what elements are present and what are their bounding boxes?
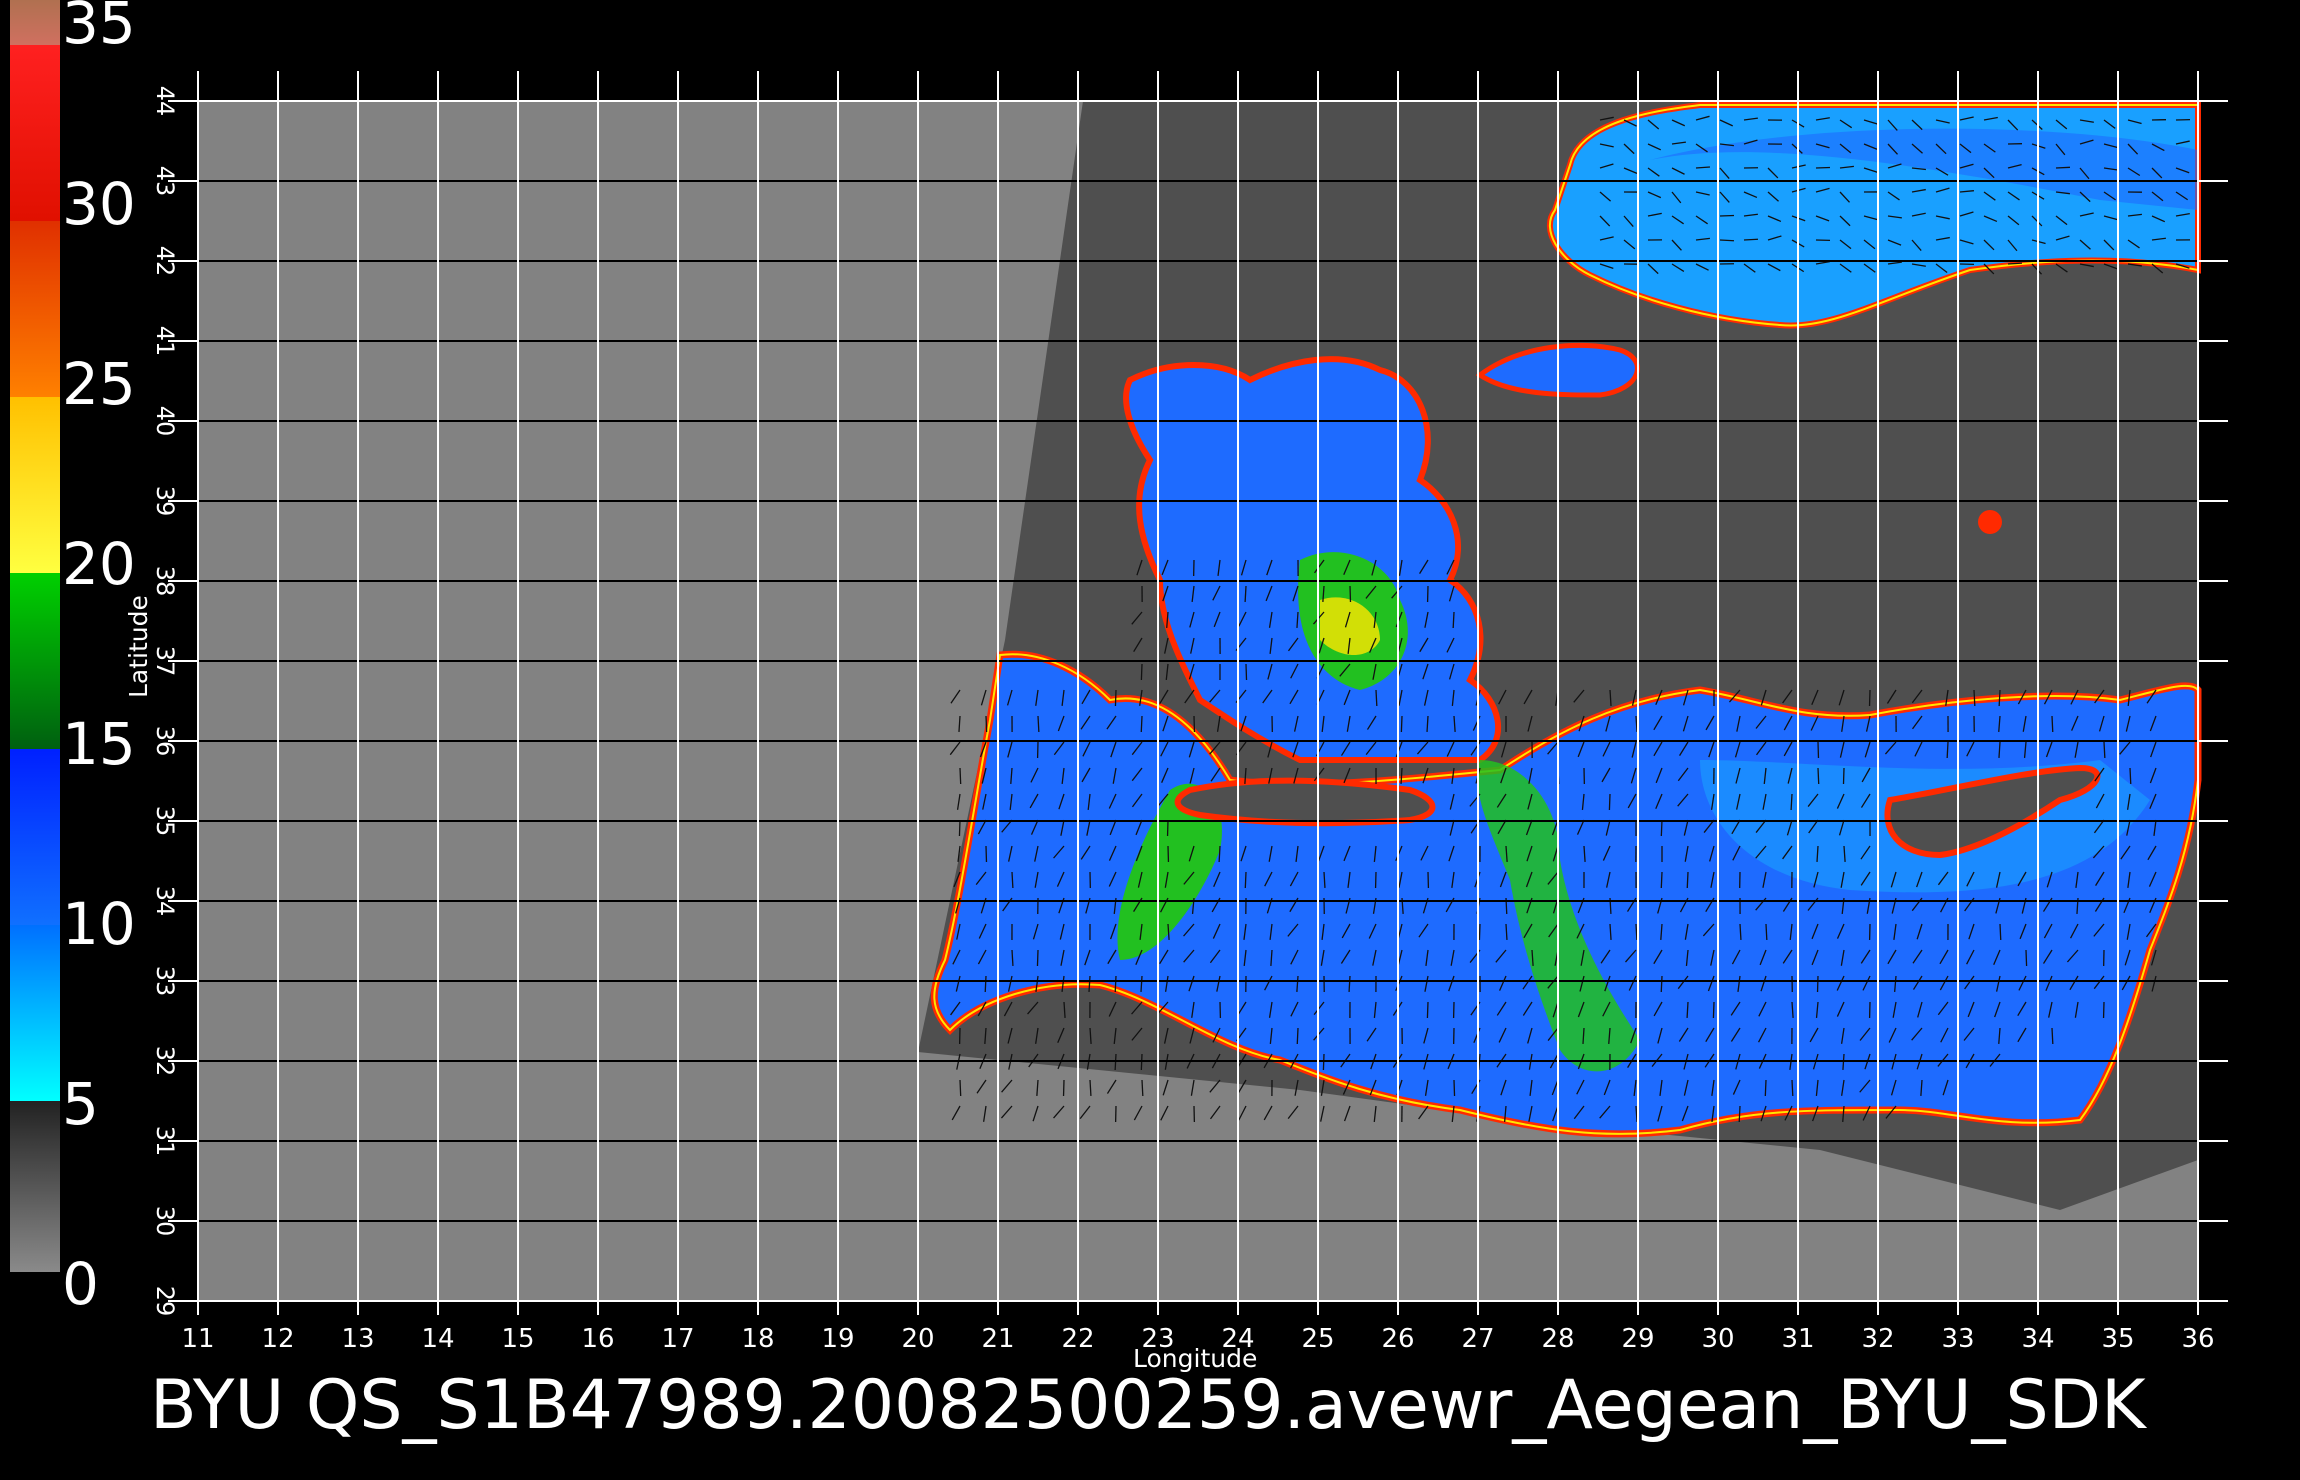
wind-barb: [1660, 975, 1663, 993]
lat-tick-label: 44: [151, 85, 179, 117]
lat-tick-label: 38: [151, 565, 179, 597]
wind-barb: [1140, 715, 1143, 733]
lon-tick-label: 35: [2101, 1324, 2135, 1354]
wind-barb: [2007, 262, 2023, 265]
lon-tick-label: 18: [741, 1324, 775, 1354]
lon-tick-label: 36: [2181, 1324, 2215, 1354]
wind-barb: [2103, 741, 2106, 759]
lon-tick-label: 16: [581, 1324, 615, 1354]
wind-barb: [1453, 1079, 1456, 1097]
wind-barb: [1375, 689, 1378, 707]
wind-barb: [1765, 923, 1768, 941]
lon-tick-label: 11: [181, 1324, 215, 1354]
wind-barb: [1719, 214, 1735, 217]
lon-tick-label: 28: [1541, 1324, 1575, 1354]
wind-barb: [1245, 663, 1248, 681]
wind-barb: [1790, 793, 1793, 811]
wind-barb: [2129, 767, 2132, 785]
lon-tick-label: 30: [1701, 1324, 1735, 1354]
lon-tick-label: 21: [981, 1324, 1015, 1354]
wind-barb: [959, 1079, 962, 1097]
wind-barb: [959, 767, 962, 785]
lat-tick-label: 34: [151, 885, 179, 917]
wind-barb: [1999, 923, 2002, 941]
wind-barb: [1244, 585, 1247, 603]
wind-barb: [1114, 975, 1117, 993]
lon-tick-label: 20: [901, 1324, 935, 1354]
wind-barb: [1036, 949, 1039, 967]
wind-barb: [1946, 741, 1949, 759]
wind-barb: [2025, 949, 2028, 967]
wind-barb: [1712, 1001, 1715, 1019]
lat-tick-label: 32: [151, 1045, 179, 1077]
wind-barb: [2051, 1027, 2054, 1045]
wind-barb: [1660, 819, 1663, 837]
wind-map: [168, 71, 2228, 1315]
lat-tick-label: 29: [151, 1285, 179, 1317]
wind-barb: [1998, 689, 2001, 707]
wind-barb: [1244, 871, 1247, 889]
lon-tick-label: 26: [1381, 1324, 1415, 1354]
wind-barb: [1686, 871, 1689, 889]
lon-tick-label: 14: [421, 1324, 455, 1354]
wind-barb: [1764, 1079, 1767, 1097]
island-marker: [1978, 510, 2002, 534]
wind-barb: [985, 715, 988, 733]
wind-barb: [1635, 923, 1638, 941]
wind-barb: [1140, 663, 1143, 681]
wind-barb: [1037, 715, 1040, 733]
lon-tick-label: 27: [1461, 1324, 1495, 1354]
lon-tick-label: 25: [1301, 1324, 1335, 1354]
wind-barb: [2055, 166, 2071, 169]
lat-tick-label: 33: [151, 965, 179, 997]
crete-island: [1174, 777, 1436, 827]
lat-tick-label: 36: [151, 725, 179, 757]
lon-tick-label: 32: [1861, 1324, 1895, 1354]
lon-tick-label: 29: [1621, 1324, 1655, 1354]
lat-tick-label: 30: [151, 1205, 179, 1237]
wind-barb: [1426, 1001, 1429, 1019]
lon-tick-label: 12: [261, 1324, 295, 1354]
wind-barb: [1011, 871, 1014, 889]
wind-barb: [1973, 689, 1976, 707]
lat-tick-label: 41: [151, 325, 179, 357]
wind-barb: [958, 819, 961, 837]
wind-barb: [1743, 238, 1759, 241]
wind-barb: [1141, 1079, 1144, 1097]
wind-barb: [1719, 239, 1735, 242]
lon-tick-label: 33: [1941, 1324, 1975, 1354]
footer-title: BYU QS_S1B47989.20082500259.avewr_Aegean…: [150, 1366, 2146, 1445]
lon-tick-label: 22: [1061, 1324, 1095, 1354]
wind-barb: [1686, 1001, 1689, 1019]
latitude-axis-title: Latitude: [124, 595, 153, 698]
wind-barb: [1114, 689, 1117, 707]
wind-barb: [984, 975, 987, 993]
lat-tick-label: 35: [151, 805, 179, 837]
lon-tick-label: 19: [821, 1324, 855, 1354]
lon-tick-label: 31: [1781, 1324, 1815, 1354]
lon-tick-label: 17: [661, 1324, 695, 1354]
lon-tick-label: 15: [501, 1324, 535, 1354]
wind-barb: [1452, 611, 1455, 629]
lon-tick-label: 13: [341, 1324, 375, 1354]
wind-barb: [1791, 1079, 1794, 1097]
wind-barb: [1296, 1027, 1299, 1045]
wind-barb: [1400, 715, 1403, 733]
lat-tick-label: 43: [151, 165, 179, 197]
wind-barb: [1738, 1105, 1741, 1123]
lat-tick-label: 42: [151, 245, 179, 277]
wind-barb: [1478, 923, 1481, 941]
lon-tick-label: 34: [2021, 1324, 2055, 1354]
wind-barb: [1660, 871, 1663, 889]
wind-barb: [1218, 845, 1221, 863]
lat-tick-label: 31: [151, 1125, 179, 1157]
lat-tick-label: 39: [151, 485, 179, 517]
wind-barb: [2051, 715, 2054, 733]
wind-barb: [1817, 767, 1820, 785]
lat-tick-label: 37: [151, 645, 179, 677]
lat-tick-label: 40: [151, 405, 179, 437]
wind-barb: [1608, 793, 1611, 811]
